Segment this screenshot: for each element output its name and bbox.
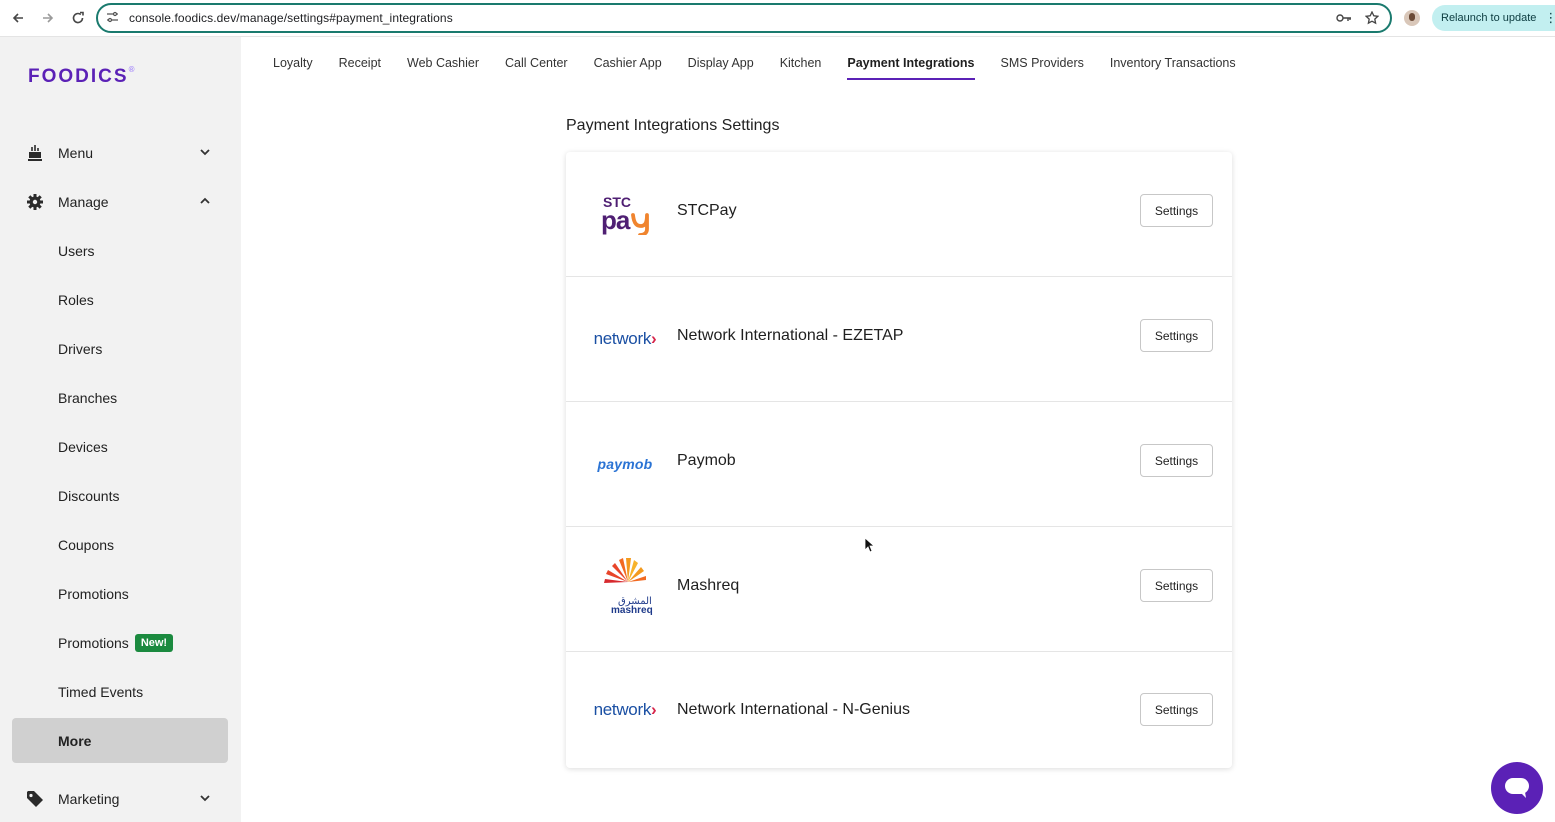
sidebar-item-label: Menu: [58, 145, 94, 161]
sidebar-subitem-promotions[interactable]: Promotions: [12, 572, 228, 616]
tab-payment-integrations[interactable]: Payment Integrations: [847, 56, 975, 80]
mouse-cursor-icon: [864, 537, 876, 558]
sidebar-subitem-label: Drivers: [58, 341, 103, 357]
stcpay-settings-button[interactable]: Settings: [1140, 194, 1213, 227]
sidebar-subitem-promotions-new[interactable]: Promotions New!: [12, 621, 228, 665]
stcpay-logo: STC pa: [584, 152, 666, 276]
sidebar-subitem-label: Discounts: [58, 488, 120, 504]
chevron-down-icon: [198, 145, 212, 159]
svg-text:mashreq: mashreq: [611, 605, 653, 616]
chat-bubble-icon: [1505, 778, 1529, 798]
page-title: Payment Integrations Settings: [566, 117, 780, 134]
sidebar-subitem-branches[interactable]: Branches: [12, 376, 228, 420]
gear-icon: [25, 192, 45, 212]
url-text: console.foodics.dev/manage/settings#paym…: [129, 11, 453, 25]
mashreq-logo: المشرق mashreq: [584, 527, 666, 651]
sidebar-item-label: Manage: [58, 194, 109, 210]
new-badge: New!: [134, 634, 174, 652]
tab-display-app[interactable]: Display App: [688, 56, 754, 80]
back-arrow-icon[interactable]: [4, 4, 32, 32]
tab-receipt[interactable]: Receipt: [339, 56, 381, 80]
integration-name: Paymob: [677, 452, 736, 469]
tab-cashier-app[interactable]: Cashier App: [594, 56, 662, 80]
tab-web-cashier[interactable]: Web Cashier: [407, 56, 479, 80]
foodics-logo[interactable]: FOODICS®: [28, 65, 136, 88]
site-settings-icon[interactable]: [106, 11, 120, 25]
browser-toolbar: console.foodics.dev/manage/settings#paym…: [0, 0, 1555, 37]
network-logo-text: network: [593, 329, 652, 348]
integration-row-network-ezetap: network› Network International - EZETAP …: [566, 277, 1232, 402]
paymob-logo: paymob: [584, 402, 666, 526]
sidebar-item-menu[interactable]: Menu: [12, 131, 228, 175]
sidebar-subitem-more[interactable]: More: [12, 718, 228, 763]
sidebar-subitem-timed-events[interactable]: Timed Events: [12, 670, 228, 714]
chevron-down-icon: [198, 791, 212, 805]
network-ngenius-settings-button[interactable]: Settings: [1140, 693, 1213, 726]
sidebar-item-marketing[interactable]: Marketing: [12, 777, 228, 821]
network-logo-text: network: [593, 700, 652, 719]
integration-name: Network International - N-Genius: [677, 701, 910, 718]
integrations-card: STC pa STCPay Settings network› Network …: [566, 152, 1232, 768]
tab-kitchen[interactable]: Kitchen: [780, 56, 822, 80]
sidebar-subitem-label: Branches: [58, 390, 118, 406]
sidebar-subitem-devices[interactable]: Devices: [12, 425, 228, 469]
sidebar-subitem-label: Promotions: [58, 586, 129, 602]
integration-name: STCPay: [677, 202, 737, 219]
tab-loyalty[interactable]: Loyalty: [273, 56, 313, 80]
mashreq-settings-button[interactable]: Settings: [1140, 569, 1213, 602]
profile-avatar[interactable]: [1404, 10, 1420, 26]
sidebar-subitem-label: Devices: [58, 439, 108, 455]
food-icon: [25, 143, 45, 163]
sidebar-subitem-coupons[interactable]: Coupons: [12, 523, 228, 567]
sidebar-subitem-label: More: [58, 732, 92, 749]
settings-tabs: Loyalty Receipt Web Cashier Call Center …: [273, 56, 1262, 80]
relaunch-label: Relaunch to update: [1441, 12, 1537, 24]
network-logo: network›: [593, 329, 657, 348]
sidebar-item-manage[interactable]: Manage: [12, 180, 228, 224]
svg-text:pa: pa: [601, 205, 631, 235]
tab-sms-providers[interactable]: SMS Providers: [1001, 56, 1084, 80]
sidebar-subitem-label: Timed Events: [58, 684, 144, 700]
sidebar-subitem-discounts[interactable]: Discounts: [12, 474, 228, 518]
sidebar-subitem-roles[interactable]: Roles: [12, 278, 228, 322]
sidebar-subitem-label: Roles: [58, 292, 94, 308]
menu-dots-icon[interactable]: ⋮: [1544, 10, 1555, 26]
reload-icon[interactable]: [64, 4, 92, 32]
sidebar-subitem-label: Users: [58, 243, 95, 259]
sidebar-subitem-drivers[interactable]: Drivers: [12, 327, 228, 371]
sidebar-subitem-label: Coupons: [58, 537, 115, 553]
password-key-icon[interactable]: [1336, 10, 1352, 26]
sidebar-subitem-label: Promotions: [58, 635, 129, 651]
integration-row-paymob: paymob Paymob Settings: [566, 402, 1232, 527]
tab-call-center[interactable]: Call Center: [505, 56, 568, 80]
chat-support-button[interactable]: [1491, 762, 1543, 814]
integration-name: Network International - EZETAP: [677, 327, 904, 344]
integration-row-stcpay: STC pa STCPay Settings: [566, 152, 1232, 277]
paymob-logo-text: paymob: [597, 456, 653, 472]
integration-row-network-ngenius: network› Network International - N-Geniu…: [566, 652, 1232, 768]
integration-row-mashreq: المشرق mashreq Mashreq Settings: [566, 527, 1232, 652]
network-logo: network›: [593, 700, 657, 719]
tab-inventory-transactions[interactable]: Inventory Transactions: [1110, 56, 1236, 80]
sidebar: FOODICS® Menu Manage Users Roles Drivers…: [0, 37, 241, 822]
forward-arrow-icon[interactable]: [34, 4, 62, 32]
relaunch-button[interactable]: Relaunch to update ⋮: [1432, 5, 1555, 31]
tag-icon: [25, 789, 45, 809]
chevron-up-icon: [198, 194, 212, 208]
network-ezetap-settings-button[interactable]: Settings: [1140, 319, 1213, 352]
paymob-settings-button[interactable]: Settings: [1140, 444, 1213, 477]
address-bar[interactable]: console.foodics.dev/manage/settings#paym…: [96, 3, 1392, 33]
bookmark-star-icon[interactable]: [1364, 10, 1380, 26]
sidebar-subitem-users[interactable]: Users: [12, 229, 228, 273]
integration-name: Mashreq: [677, 577, 740, 594]
sidebar-item-label: Marketing: [58, 791, 120, 807]
